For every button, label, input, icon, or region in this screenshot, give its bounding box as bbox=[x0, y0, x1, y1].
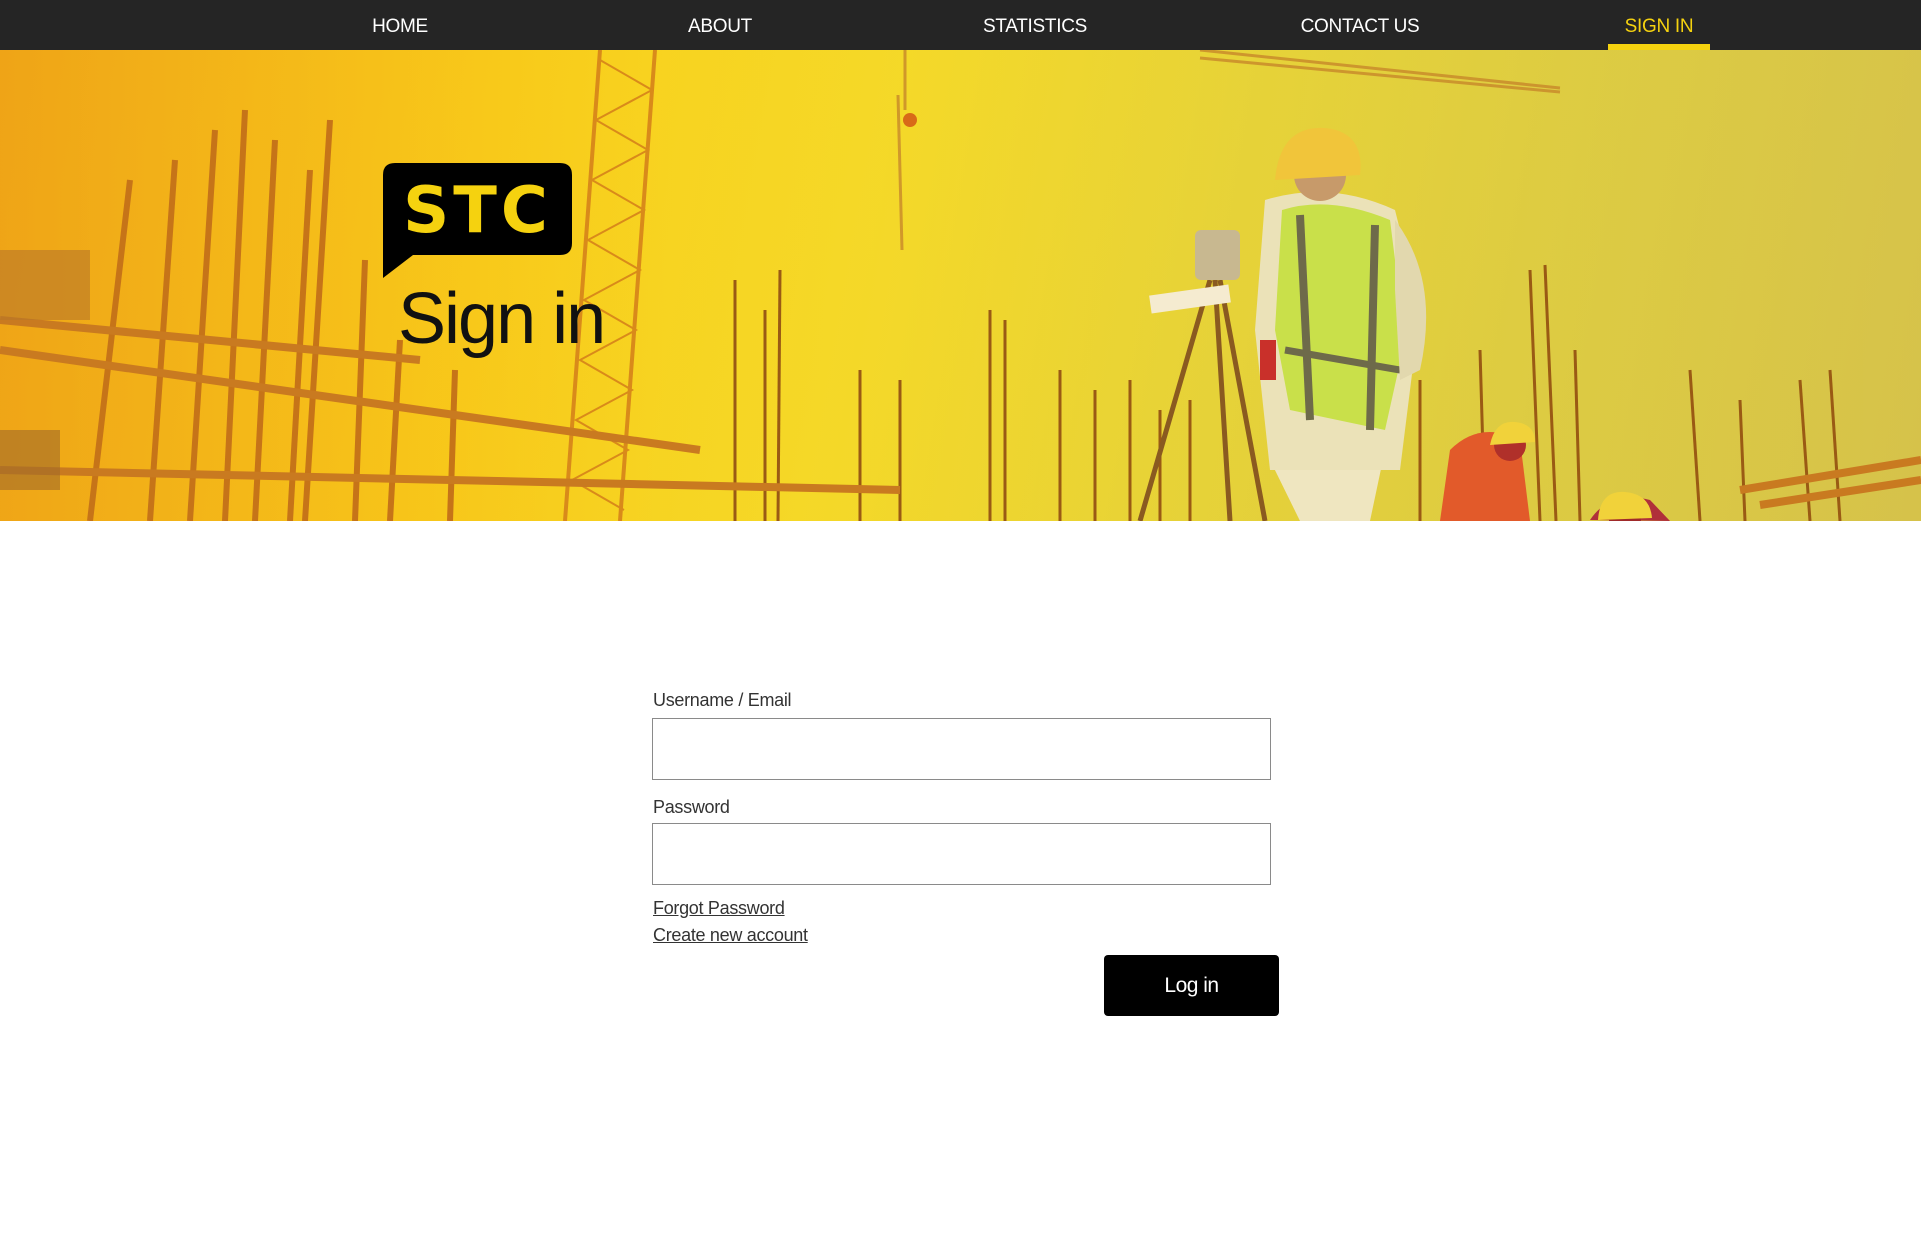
nav-contact-us[interactable]: CONTACT US bbox=[1300, 0, 1420, 50]
construction-site-image bbox=[0, 50, 1921, 521]
forgot-password-link[interactable]: Forgot Password bbox=[653, 898, 785, 919]
nav-about[interactable]: ABOUT bbox=[675, 0, 765, 50]
stc-logo: STC bbox=[383, 163, 572, 278]
logo-text: STC bbox=[403, 174, 552, 248]
nav-home[interactable]: HOME bbox=[355, 0, 445, 50]
username-label: Username / Email bbox=[653, 690, 792, 710]
nav-sign-in[interactable]: SIGN IN bbox=[1608, 0, 1710, 50]
password-input[interactable] bbox=[652, 823, 1271, 885]
nav-statistics[interactable]: STATISTICS bbox=[975, 0, 1095, 50]
hero-banner: STC Sign in bbox=[0, 50, 1921, 521]
username-email-input[interactable] bbox=[652, 718, 1271, 780]
password-label: Password bbox=[653, 797, 730, 817]
top-nav: HOME ABOUT STATISTICS CONTACT US SIGN IN bbox=[0, 0, 1921, 50]
log-in-button[interactable]: Log in bbox=[1104, 955, 1279, 1016]
page-title: Sign in bbox=[398, 279, 606, 359]
create-account-link[interactable]: Create new account bbox=[653, 925, 808, 946]
